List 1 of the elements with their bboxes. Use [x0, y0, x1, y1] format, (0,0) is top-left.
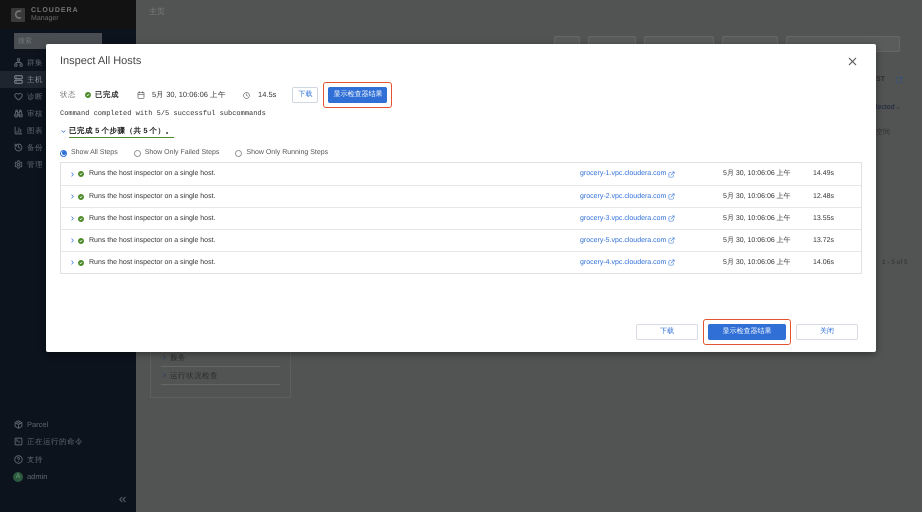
dialog-title: Inspect All Hosts: [60, 54, 142, 70]
